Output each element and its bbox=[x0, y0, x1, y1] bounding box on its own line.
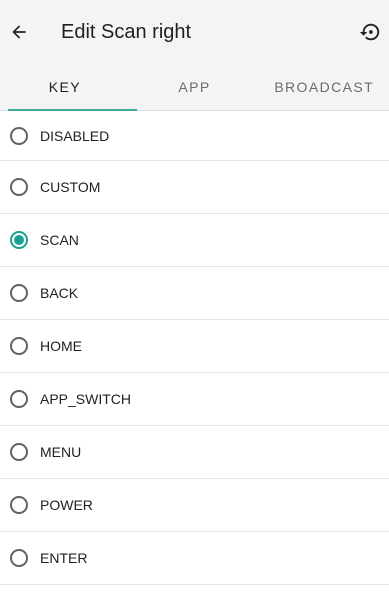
radio-button[interactable] bbox=[10, 443, 28, 461]
tab-broadcast[interactable]: BROADCAST bbox=[259, 64, 389, 110]
tab-label: KEY bbox=[48, 79, 81, 95]
app-bar: Edit Scan right bbox=[0, 0, 389, 64]
restore-button[interactable] bbox=[358, 20, 382, 44]
tab-app[interactable]: APP bbox=[130, 64, 260, 110]
option-label: MENU bbox=[40, 444, 82, 460]
tab-bar: KEY APP BROADCAST bbox=[0, 64, 389, 111]
arrow-back-icon bbox=[12, 25, 26, 39]
option-label: SCAN bbox=[40, 232, 79, 248]
option-disabled[interactable]: DISABLED bbox=[0, 111, 389, 161]
option-enter[interactable]: ENTER bbox=[0, 532, 389, 585]
option-label: ENTER bbox=[40, 550, 88, 566]
radio-button[interactable] bbox=[10, 496, 28, 514]
option-label: APP_SWITCH bbox=[40, 391, 132, 407]
radio-button[interactable] bbox=[10, 126, 28, 145]
radio-button-checked[interactable] bbox=[10, 231, 28, 249]
radio-dot bbox=[14, 235, 24, 245]
option-menu[interactable]: MENU bbox=[0, 426, 389, 479]
back-button[interactable] bbox=[7, 20, 31, 44]
radio-button[interactable] bbox=[10, 549, 28, 567]
option-label: HOME bbox=[40, 338, 82, 354]
tab-label: APP bbox=[178, 79, 211, 95]
radio-button[interactable] bbox=[10, 390, 28, 408]
tab-label: BROADCAST bbox=[274, 79, 375, 95]
option-home[interactable]: HOME bbox=[0, 320, 389, 373]
page-title: Edit Scan right bbox=[61, 20, 192, 43]
option-label: POWER bbox=[40, 497, 93, 513]
option-label: BACK bbox=[40, 285, 79, 301]
option-scan[interactable]: SCAN bbox=[0, 214, 389, 267]
radio-button[interactable] bbox=[10, 284, 28, 302]
option-app-switch[interactable]: APP_SWITCH bbox=[0, 373, 389, 426]
option-label: CUSTOM bbox=[40, 179, 101, 195]
option-label: DISABLED bbox=[40, 127, 110, 144]
tab-key[interactable]: KEY bbox=[0, 64, 137, 111]
option-back[interactable]: BACK bbox=[0, 267, 389, 320]
radio-button[interactable] bbox=[10, 337, 28, 355]
radio-button[interactable] bbox=[10, 178, 28, 196]
option-power[interactable]: POWER bbox=[0, 479, 389, 532]
restore-icon bbox=[359, 23, 380, 41]
option-custom[interactable]: CUSTOM bbox=[0, 161, 389, 214]
key-option-list: DISABLED CUSTOM SCAN BACK HOME APP_SWITC… bbox=[0, 111, 389, 585]
